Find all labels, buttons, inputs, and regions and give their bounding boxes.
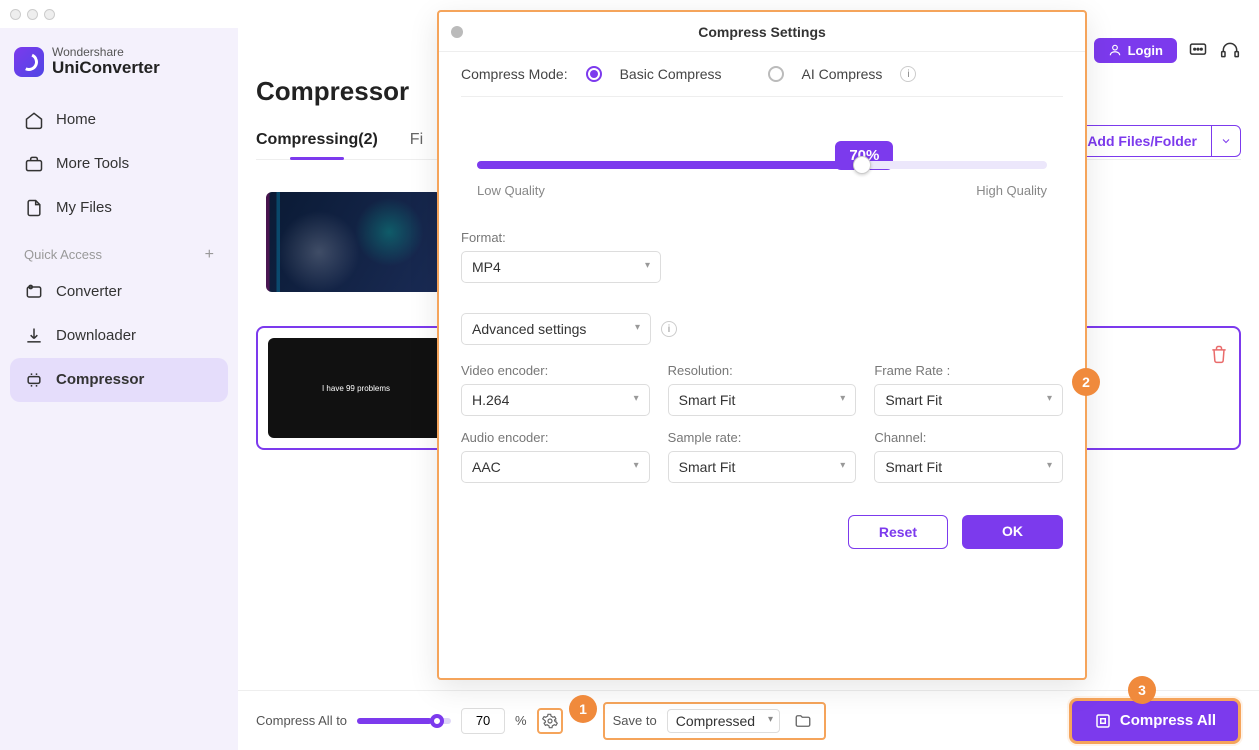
video-thumbnail bbox=[266, 192, 442, 292]
framerate-select[interactable]: Smart Fit bbox=[874, 384, 1063, 416]
video-encoder-label: Video encoder: bbox=[461, 363, 650, 378]
open-folder-icon[interactable] bbox=[790, 708, 816, 734]
compress-mode-row: Compress Mode: Basic Compress AI Compres… bbox=[461, 66, 1063, 97]
user-icon bbox=[1108, 43, 1122, 57]
compress-mode-label: Compress Mode: bbox=[461, 66, 568, 82]
trash-icon[interactable] bbox=[1209, 344, 1229, 364]
settings-gear-button[interactable] bbox=[537, 708, 563, 734]
low-quality-label: Low Quality bbox=[477, 183, 545, 198]
ok-button[interactable]: OK bbox=[962, 515, 1063, 549]
plus-icon[interactable]: + bbox=[205, 246, 214, 264]
compress-settings-modal: Compress Settings Compress Mode: Basic C… bbox=[437, 10, 1087, 680]
chat-icon[interactable] bbox=[1187, 39, 1209, 61]
tab-finished[interactable]: Fi bbox=[410, 123, 423, 159]
sidebar-item-label: Converter bbox=[56, 283, 122, 300]
compress-all-slider[interactable] bbox=[357, 718, 451, 724]
sidebar-item-moretools[interactable]: More Tools bbox=[10, 142, 228, 186]
add-files-dropdown[interactable] bbox=[1212, 125, 1241, 157]
sidebar-item-myfiles[interactable]: My Files bbox=[10, 186, 228, 230]
bottom-bar: Compress All to 70 % Save to Compressed bbox=[238, 690, 1259, 750]
channel-label: Channel: bbox=[874, 430, 1063, 445]
compress-all-icon bbox=[1094, 712, 1112, 730]
compress-percent-input[interactable]: 70 bbox=[461, 708, 505, 734]
sidebar-item-compressor[interactable]: Compressor bbox=[10, 358, 228, 402]
radio-basic-compress[interactable] bbox=[586, 66, 602, 82]
toolbox-icon bbox=[24, 154, 44, 174]
info-icon[interactable]: i bbox=[661, 321, 677, 337]
file-icon bbox=[24, 198, 44, 218]
chevron-down-icon bbox=[1220, 135, 1232, 147]
percent-sign: % bbox=[515, 713, 527, 728]
ai-compress-label: AI Compress bbox=[802, 66, 883, 82]
quick-access-header: Quick Access + bbox=[10, 230, 228, 270]
traffic-max-icon[interactable] bbox=[44, 9, 55, 20]
samplerate-select[interactable]: Smart Fit bbox=[668, 451, 857, 483]
compress-all-button[interactable]: Compress All bbox=[1069, 698, 1241, 744]
brand-big: UniConverter bbox=[52, 59, 160, 78]
advanced-settings-select[interactable]: Advanced settings bbox=[461, 313, 651, 345]
modal-header: Compress Settings bbox=[439, 12, 1085, 52]
framerate-label: Frame Rate : bbox=[874, 363, 1063, 378]
annotation-badge-1: 1 bbox=[569, 695, 597, 723]
resolution-select[interactable]: Smart Fit bbox=[668, 384, 857, 416]
resolution-label: Resolution: bbox=[668, 363, 857, 378]
annotation-badge-3: 3 bbox=[1128, 676, 1156, 704]
annotation-badge-2: 2 bbox=[1072, 368, 1100, 396]
login-label: Login bbox=[1128, 43, 1163, 58]
converter-icon bbox=[24, 282, 44, 302]
sidebar-item-downloader[interactable]: Downloader bbox=[10, 314, 228, 358]
logo-mark-icon bbox=[14, 47, 44, 77]
sidebar-item-converter[interactable]: Converter bbox=[10, 270, 228, 314]
format-select[interactable]: MP4 bbox=[461, 251, 661, 283]
download-icon bbox=[24, 326, 44, 346]
save-to-label: Save to bbox=[613, 713, 657, 728]
sidebar-item-label: My Files bbox=[56, 199, 112, 216]
basic-compress-label: Basic Compress bbox=[620, 66, 722, 82]
sidebar-item-label: Compressor bbox=[56, 371, 144, 388]
audio-encoder-select[interactable]: AAC bbox=[461, 451, 650, 483]
quality-slider[interactable] bbox=[477, 161, 1047, 169]
high-quality-label: High Quality bbox=[976, 183, 1047, 198]
app-logo: Wondershare UniConverter bbox=[10, 36, 228, 98]
compressor-icon bbox=[24, 370, 44, 390]
sidebar-item-home[interactable]: Home bbox=[10, 98, 228, 142]
add-files-label: Add Files/Folder bbox=[1087, 133, 1197, 149]
traffic-min-icon[interactable] bbox=[27, 9, 38, 20]
save-to-select[interactable]: Compressed bbox=[667, 709, 780, 733]
compress-all-to-label: Compress All to bbox=[256, 713, 347, 728]
samplerate-label: Sample rate: bbox=[668, 430, 857, 445]
login-button[interactable]: Login bbox=[1094, 38, 1177, 63]
home-icon bbox=[24, 110, 44, 130]
video-thumbnail: I have 99 problems bbox=[268, 338, 444, 438]
thumbnail-caption: I have 99 problems bbox=[322, 384, 390, 393]
compress-all-label: Compress All bbox=[1120, 712, 1216, 729]
sidebar-item-label: More Tools bbox=[56, 155, 129, 172]
channel-select[interactable]: Smart Fit bbox=[874, 451, 1063, 483]
video-encoder-select[interactable]: H.264 bbox=[461, 384, 650, 416]
sidebar: Wondershare UniConverter Home More Tools… bbox=[0, 28, 238, 750]
sidebar-item-label: Home bbox=[56, 111, 96, 128]
format-label: Format: bbox=[461, 230, 1063, 245]
sidebar-item-label: Downloader bbox=[56, 327, 136, 344]
info-icon[interactable]: i bbox=[900, 66, 916, 82]
reset-button[interactable]: Reset bbox=[848, 515, 948, 549]
quality-slider-area: 70% Low Quality High Quality bbox=[461, 97, 1063, 206]
support-icon[interactable] bbox=[1219, 39, 1241, 61]
audio-encoder-label: Audio encoder: bbox=[461, 430, 650, 445]
traffic-close-icon[interactable] bbox=[10, 9, 21, 20]
modal-title: Compress Settings bbox=[698, 24, 826, 40]
radio-ai-compress[interactable] bbox=[768, 66, 784, 82]
save-to-block: Save to Compressed bbox=[603, 702, 826, 740]
tab-compressing[interactable]: Compressing(2) bbox=[256, 123, 378, 159]
quick-access-label: Quick Access bbox=[24, 247, 102, 262]
modal-close-icon[interactable] bbox=[451, 26, 463, 38]
